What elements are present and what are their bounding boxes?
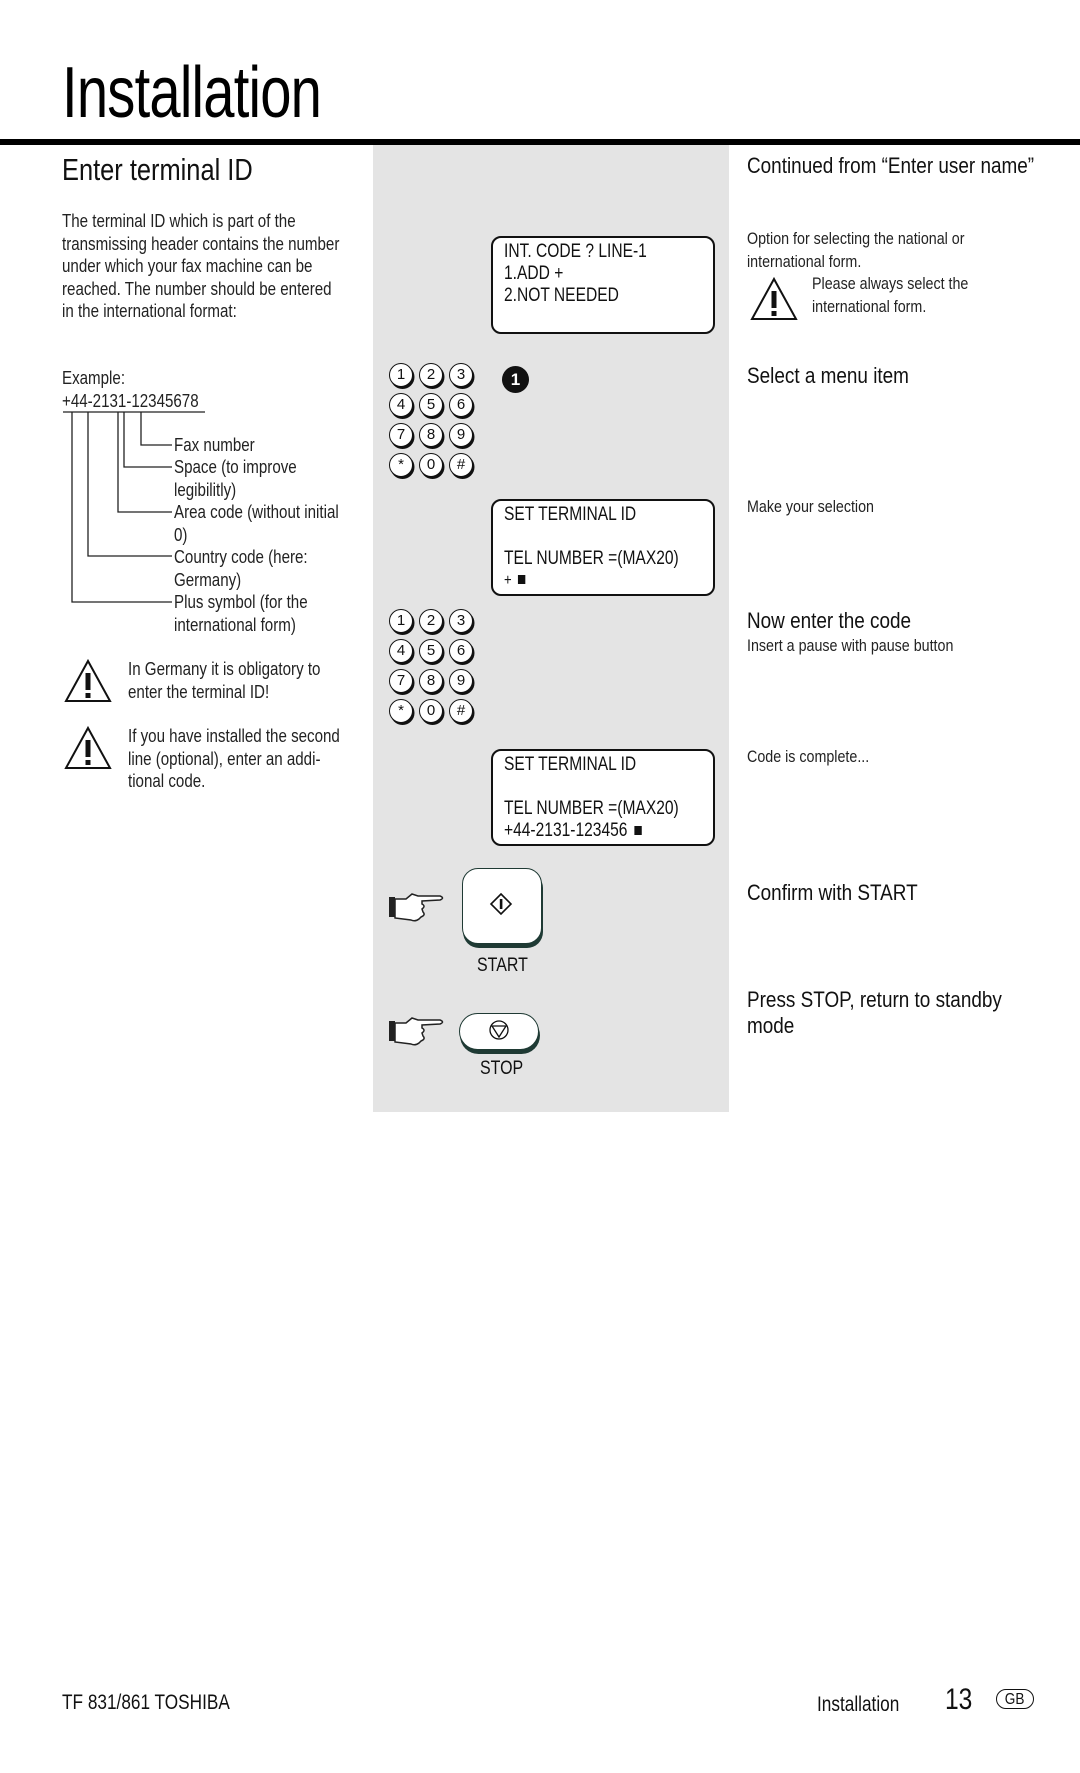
- keypad-key-6[interactable]: 6: [449, 393, 473, 417]
- callout-text: Area code (without initial: [174, 502, 339, 522]
- keypad-key-6[interactable]: 6: [449, 639, 473, 663]
- keypad-key-star[interactable]: *: [389, 699, 413, 723]
- warning-text: In Germany it is obligatory to: [128, 659, 321, 679]
- language-badge: GB: [996, 1689, 1034, 1709]
- stop-button[interactable]: [459, 1013, 539, 1050]
- keypad-key-4[interactable]: 4: [389, 639, 413, 663]
- lcd-line: TEL NUMBER =(MAX20): [504, 548, 679, 569]
- press-stop-line: Press STOP, return to standby: [747, 987, 1002, 1012]
- step-heading-press-stop: Press STOP, return to standby mode: [747, 987, 1002, 1039]
- callout-line-fax: [140, 412, 172, 446]
- keypad-key-9[interactable]: 9: [449, 423, 473, 447]
- keypad-key-3[interactable]: 3: [449, 609, 473, 633]
- keypad-key-2[interactable]: 2: [419, 609, 443, 633]
- lcd-line: SET TERMINAL ID: [504, 504, 637, 525]
- callout-line-area: [117, 412, 172, 513]
- lcd-display-int-code: INT. CODE ? LINE-1 1.ADD + 2.NOT NEEDED: [491, 236, 715, 334]
- footer-section: Installation: [817, 1693, 900, 1716]
- language-code: GB: [1005, 1691, 1025, 1708]
- callout-line-space: [123, 412, 172, 468]
- lcd-line: INT. CODE ? LINE-1: [504, 241, 647, 262]
- cursor-block: [634, 826, 642, 835]
- warning-text: line (optional), enter an addi-: [128, 748, 321, 769]
- warning-triangle-icon: [64, 658, 112, 702]
- keypad-key-5[interactable]: 5: [419, 393, 443, 417]
- lcd-line: SET TERMINAL ID: [504, 754, 637, 775]
- lcd-line: 1.ADD +: [504, 263, 564, 284]
- lcd-line: +: [504, 570, 675, 592]
- option-description: Option for selecting the national or int…: [747, 228, 1006, 273]
- keypad-key-0[interactable]: 0: [419, 699, 443, 723]
- lcd-input-value: +44-2131-123456: [504, 820, 628, 841]
- keypad-key-7[interactable]: 7: [389, 669, 413, 693]
- continued-from-note: Continued from “Enter user name”: [747, 153, 1035, 178]
- footer-model: TF 831/861 TOSHIBA: [62, 1691, 230, 1714]
- lcd-display-terminal-id-complete: SET TERMINAL ID TEL NUMBER =(MAX20) +44-…: [491, 749, 715, 846]
- callout-text: Plus symbol (for the: [174, 592, 308, 612]
- warning-text: international form.: [812, 296, 927, 316]
- lcd-input-value: +: [504, 572, 512, 589]
- warning-text: enter the terminal ID!: [128, 681, 270, 702]
- option-warning: Please always select the international f…: [812, 273, 998, 318]
- keypad-key-1[interactable]: 1: [389, 363, 413, 387]
- pointing-hand-icon: [389, 1017, 444, 1046]
- callout-line-country: [87, 412, 172, 557]
- keypad-key-5[interactable]: 5: [419, 639, 443, 663]
- keypad-key-star[interactable]: *: [389, 453, 413, 477]
- step-heading-select-menu: Select a menu item: [747, 363, 909, 388]
- press-stop-line: mode: [747, 1013, 795, 1038]
- warning-text: If you have installed the second: [128, 726, 340, 746]
- warning-text: tional code.: [128, 771, 206, 791]
- keypad-key-0[interactable]: 0: [419, 453, 443, 477]
- callout-text: legibilitly): [174, 479, 237, 500]
- lcd-line: [504, 776, 675, 798]
- callout-fax-number: Fax number: [174, 434, 270, 457]
- stop-label: STOP: [480, 1058, 524, 1079]
- option-line: Option for selecting the national or: [747, 229, 965, 248]
- callout-text: international form): [174, 614, 296, 635]
- lcd-display-set-terminal-id: SET TERMINAL ID TEL NUMBER =(MAX20) +: [491, 499, 715, 596]
- page-number: 13: [945, 1683, 973, 1716]
- keypad-key-3[interactable]: 3: [449, 363, 473, 387]
- cursor-block: [518, 575, 526, 584]
- stop-triangle-icon: [489, 1020, 509, 1040]
- warning-text: Please always select the: [812, 274, 969, 293]
- pointing-hand-icon: [389, 893, 444, 922]
- lcd-line: 2.NOT NEEDED: [504, 285, 619, 306]
- callout-text: Space (to improve: [174, 457, 297, 477]
- lcd-line: TEL NUMBER =(MAX20): [504, 798, 679, 819]
- keypad-key-7[interactable]: 7: [389, 423, 413, 447]
- keypad-key-8[interactable]: 8: [419, 669, 443, 693]
- callout-text: Fax number: [174, 435, 255, 455]
- callout-country-code: Country code (here: Germany): [174, 546, 333, 591]
- callout-text: Country code (here:: [174, 547, 308, 567]
- lcd-line: [504, 526, 675, 548]
- keypad-key-4[interactable]: 4: [389, 393, 413, 417]
- code-complete-text: Code is complete...: [747, 747, 870, 766]
- start-diamond-icon: [489, 892, 513, 916]
- keypad-key-1[interactable]: 1: [389, 609, 413, 633]
- keypad-key-9[interactable]: 9: [449, 669, 473, 693]
- callout-space: Space (to improve legibilitly): [174, 456, 320, 501]
- step-heading-enter-code: Now enter the code: [747, 608, 912, 633]
- callout-text: 0): [174, 524, 188, 545]
- step-heading-confirm-start: Confirm with START: [747, 880, 918, 905]
- start-label: START: [477, 955, 528, 976]
- callout-area-code: Area code (without initial 0): [174, 501, 370, 546]
- keypad-key-hash[interactable]: #: [449, 453, 473, 477]
- keypad-key-hash[interactable]: #: [449, 699, 473, 723]
- start-button[interactable]: [462, 868, 542, 944]
- lcd-line: +44-2131-123456: [504, 820, 675, 842]
- callout-line-plus: [71, 412, 172, 603]
- step-number-badge: 1: [502, 366, 529, 393]
- keypad-key-2[interactable]: 2: [419, 363, 443, 387]
- callout-plus-symbol: Plus symbol (for the international form): [174, 591, 333, 636]
- warning-triangle-icon: [64, 725, 112, 769]
- keypad-key-8[interactable]: 8: [419, 423, 443, 447]
- callout-text: Germany): [174, 569, 242, 590]
- make-selection-text: Make your selection: [747, 497, 874, 516]
- warning-triangle-icon: [750, 276, 798, 320]
- option-line: international form.: [747, 251, 862, 271]
- pause-hint-text: Insert a pause with pause button: [747, 636, 954, 655]
